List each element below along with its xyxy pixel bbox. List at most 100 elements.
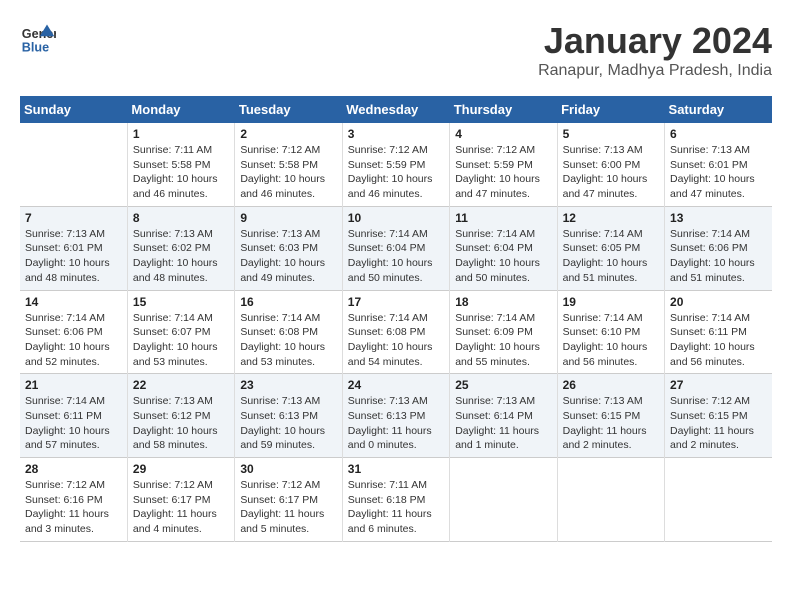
col-header-tuesday: Tuesday (235, 96, 342, 123)
day-info: Sunrise: 7:13 AM Sunset: 6:03 PM Dayligh… (240, 227, 336, 286)
calendar-cell: 11 Sunrise: 7:14 AM Sunset: 6:04 PM Dayli… (450, 206, 557, 290)
calendar-week-row: 21 Sunrise: 7:14 AM Sunset: 6:11 PM Dayli… (20, 374, 772, 458)
title-block: January 2024 Ranapur, Madhya Pradesh, In… (538, 20, 772, 80)
day-info: Sunrise: 7:14 AM Sunset: 6:06 PM Dayligh… (670, 227, 767, 286)
col-header-thursday: Thursday (450, 96, 557, 123)
calendar-cell: 16Sunrise: 7:14 AM Sunset: 6:08 PM Dayli… (235, 290, 342, 374)
calendar-cell: 29 Sunrise: 7:12 AM Sunset: 6:17 PM Dayli… (127, 458, 234, 542)
day-info: Sunrise: 7:12 AM Sunset: 6:15 PM Dayligh… (670, 394, 767, 453)
calendar-table: SundayMondayTuesdayWednesdayThursdayFrid… (20, 96, 772, 542)
page-header: General Blue January 2024 Ranapur, Madhy… (20, 20, 772, 80)
day-number: 12 (563, 211, 659, 225)
day-number: 28 (25, 462, 122, 476)
day-number: 6 (670, 127, 767, 141)
calendar-header-row: SundayMondayTuesdayWednesdayThursdayFrid… (20, 96, 772, 123)
calendar-cell: 31 Sunrise: 7:11 AM Sunset: 6:18 PM Dayli… (342, 458, 449, 542)
calendar-cell: 7Sunrise: 7:13 AM Sunset: 6:01 PM Daylig… (20, 206, 127, 290)
calendar-cell: 13 Sunrise: 7:14 AM Sunset: 6:06 PM Dayli… (665, 206, 772, 290)
calendar-cell (20, 123, 127, 206)
day-number: 26 (563, 378, 659, 392)
calendar-week-row: 7Sunrise: 7:13 AM Sunset: 6:01 PM Daylig… (20, 206, 772, 290)
calendar-cell: 9 Sunrise: 7:13 AM Sunset: 6:03 PM Daylig… (235, 206, 342, 290)
day-info: Sunrise: 7:14 AM Sunset: 6:08 PM Dayligh… (348, 311, 444, 370)
month-title: January 2024 (538, 20, 772, 62)
day-number: 1 (133, 127, 229, 141)
logo-icon: General Blue (20, 20, 56, 56)
logo: General Blue (20, 20, 60, 56)
calendar-week-row: 14 Sunrise: 7:14 AM Sunset: 6:06 PM Dayli… (20, 290, 772, 374)
day-number: 22 (133, 378, 229, 392)
day-number: 27 (670, 378, 767, 392)
calendar-cell: 10 Sunrise: 7:14 AM Sunset: 6:04 PM Dayli… (342, 206, 449, 290)
day-number: 13 (670, 211, 767, 225)
day-number: 7 (25, 211, 122, 225)
col-header-friday: Friday (557, 96, 664, 123)
day-number: 21 (25, 378, 122, 392)
day-info: Sunrise: 7:13 AM Sunset: 6:01 PM Dayligh… (670, 143, 767, 202)
calendar-cell: 2 Sunrise: 7:12 AM Sunset: 5:58 PM Daylig… (235, 123, 342, 206)
day-info: Sunrise: 7:14 AM Sunset: 6:08 PM Dayligh… (240, 311, 336, 370)
calendar-cell: 27 Sunrise: 7:12 AM Sunset: 6:15 PM Dayli… (665, 374, 772, 458)
day-info: Sunrise: 7:14 AM Sunset: 6:11 PM Dayligh… (670, 311, 767, 370)
calendar-cell: 23 Sunrise: 7:13 AM Sunset: 6:13 PM Dayli… (235, 374, 342, 458)
day-info: Sunrise: 7:12 AM Sunset: 6:17 PM Dayligh… (133, 478, 229, 537)
calendar-cell: 19Sunrise: 7:14 AM Sunset: 6:10 PM Dayli… (557, 290, 664, 374)
day-info: Sunrise: 7:13 AM Sunset: 6:15 PM Dayligh… (563, 394, 659, 453)
day-info: Sunrise: 7:14 AM Sunset: 6:10 PM Dayligh… (563, 311, 659, 370)
calendar-cell: 8 Sunrise: 7:13 AM Sunset: 6:02 PM Daylig… (127, 206, 234, 290)
calendar-cell: 1 Sunrise: 7:11 AM Sunset: 5:58 PM Daylig… (127, 123, 234, 206)
day-info: Sunrise: 7:11 AM Sunset: 5:58 PM Dayligh… (133, 143, 229, 202)
day-info: Sunrise: 7:13 AM Sunset: 6:00 PM Dayligh… (563, 143, 659, 202)
calendar-week-row: 1 Sunrise: 7:11 AM Sunset: 5:58 PM Daylig… (20, 123, 772, 206)
calendar-cell: 22Sunrise: 7:13 AM Sunset: 6:12 PM Dayli… (127, 374, 234, 458)
calendar-cell: 4Sunrise: 7:12 AM Sunset: 5:59 PM Daylig… (450, 123, 557, 206)
day-info: Sunrise: 7:14 AM Sunset: 6:04 PM Dayligh… (348, 227, 444, 286)
day-info: Sunrise: 7:14 AM Sunset: 6:04 PM Dayligh… (455, 227, 551, 286)
day-info: Sunrise: 7:13 AM Sunset: 6:13 PM Dayligh… (240, 394, 336, 453)
day-number: 18 (455, 295, 551, 309)
day-info: Sunrise: 7:14 AM Sunset: 6:05 PM Dayligh… (563, 227, 659, 286)
day-number: 10 (348, 211, 444, 225)
location-title: Ranapur, Madhya Pradesh, India (538, 62, 772, 80)
calendar-cell: 30 Sunrise: 7:12 AM Sunset: 6:17 PM Dayli… (235, 458, 342, 542)
svg-text:Blue: Blue (22, 41, 49, 55)
calendar-cell: 28Sunrise: 7:12 AM Sunset: 6:16 PM Dayli… (20, 458, 127, 542)
day-number: 8 (133, 211, 229, 225)
day-number: 15 (133, 295, 229, 309)
calendar-cell: 6 Sunrise: 7:13 AM Sunset: 6:01 PM Daylig… (665, 123, 772, 206)
col-header-sunday: Sunday (20, 96, 127, 123)
calendar-cell: 24 Sunrise: 7:13 AM Sunset: 6:13 PM Dayli… (342, 374, 449, 458)
day-number: 30 (240, 462, 336, 476)
day-number: 4 (455, 127, 551, 141)
day-info: Sunrise: 7:14 AM Sunset: 6:09 PM Dayligh… (455, 311, 551, 370)
day-info: Sunrise: 7:12 AM Sunset: 5:59 PM Dayligh… (348, 143, 444, 202)
day-info: Sunrise: 7:13 AM Sunset: 6:13 PM Dayligh… (348, 394, 444, 453)
day-info: Sunrise: 7:14 AM Sunset: 6:11 PM Dayligh… (25, 394, 122, 453)
calendar-cell (450, 458, 557, 542)
day-number: 9 (240, 211, 336, 225)
day-number: 23 (240, 378, 336, 392)
day-number: 11 (455, 211, 551, 225)
day-number: 3 (348, 127, 444, 141)
day-info: Sunrise: 7:12 AM Sunset: 6:17 PM Dayligh… (240, 478, 336, 537)
calendar-cell: 3 Sunrise: 7:12 AM Sunset: 5:59 PM Daylig… (342, 123, 449, 206)
day-info: Sunrise: 7:13 AM Sunset: 6:14 PM Dayligh… (455, 394, 551, 453)
day-info: Sunrise: 7:13 AM Sunset: 6:02 PM Dayligh… (133, 227, 229, 286)
day-info: Sunrise: 7:11 AM Sunset: 6:18 PM Dayligh… (348, 478, 444, 537)
day-number: 31 (348, 462, 444, 476)
day-number: 14 (25, 295, 122, 309)
calendar-cell: 21 Sunrise: 7:14 AM Sunset: 6:11 PM Dayli… (20, 374, 127, 458)
calendar-cell: 15 Sunrise: 7:14 AM Sunset: 6:07 PM Dayli… (127, 290, 234, 374)
calendar-cell (557, 458, 664, 542)
day-number: 24 (348, 378, 444, 392)
day-info: Sunrise: 7:12 AM Sunset: 5:58 PM Dayligh… (240, 143, 336, 202)
calendar-cell: 12 Sunrise: 7:14 AM Sunset: 6:05 PM Dayli… (557, 206, 664, 290)
day-info: Sunrise: 7:14 AM Sunset: 6:07 PM Dayligh… (133, 311, 229, 370)
day-info: Sunrise: 7:14 AM Sunset: 6:06 PM Dayligh… (25, 311, 122, 370)
day-number: 29 (133, 462, 229, 476)
day-number: 2 (240, 127, 336, 141)
calendar-cell: 20 Sunrise: 7:14 AM Sunset: 6:11 PM Dayli… (665, 290, 772, 374)
calendar-cell: 25Sunrise: 7:13 AM Sunset: 6:14 PM Dayli… (450, 374, 557, 458)
day-number: 20 (670, 295, 767, 309)
day-number: 17 (348, 295, 444, 309)
